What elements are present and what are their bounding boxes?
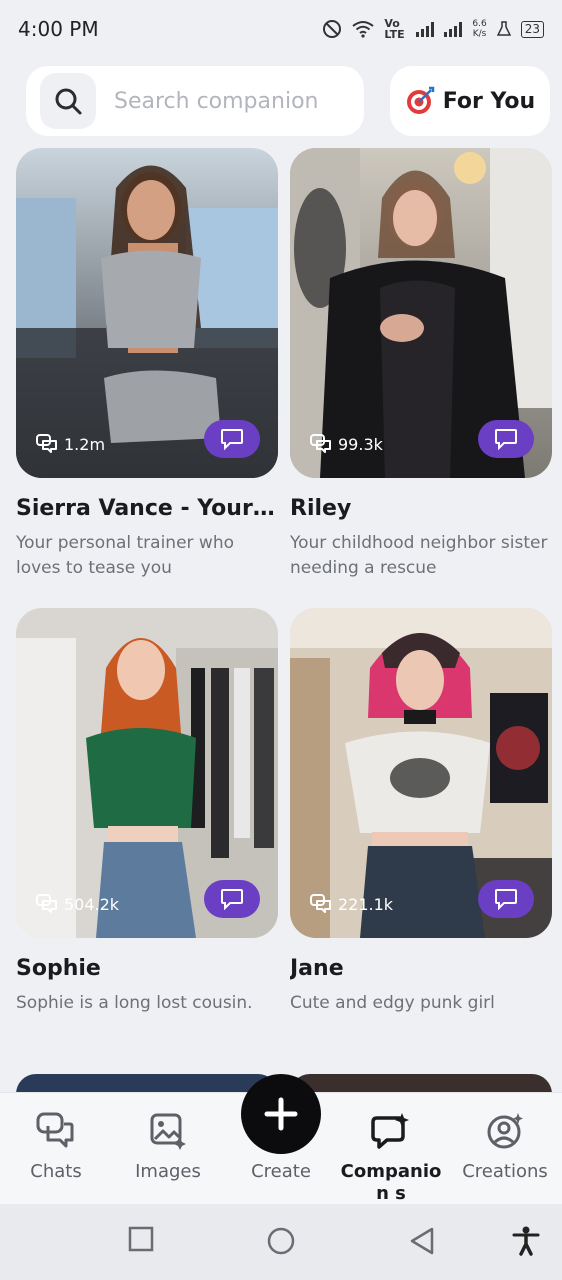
search-input[interactable]: Search companion — [114, 89, 332, 114]
status-icons: Vo LTE 6.6 K/s 23 — [322, 18, 544, 40]
home-icon[interactable] — [266, 1226, 296, 1256]
system-nav-bar — [0, 1204, 562, 1280]
chats-icon — [36, 434, 57, 453]
companion-description: Your childhood neighbor sister needing a… — [290, 533, 548, 578]
message-icon — [221, 889, 243, 910]
chats-icon — [36, 1112, 74, 1148]
recents-icon[interactable] — [128, 1226, 154, 1252]
nav-item-companions[interactable]: Companion s — [335, 1093, 447, 1205]
search-icon-box — [40, 73, 96, 129]
nav-item-creations[interactable]: Creations — [449, 1093, 561, 1205]
message-icon — [221, 429, 243, 450]
companion-photo: 221.1k — [290, 608, 552, 938]
companion-name: Sierra Vance - Your P... — [16, 496, 278, 521]
signal-icon — [416, 21, 435, 37]
chats-icon — [310, 434, 331, 453]
back-icon[interactable] — [408, 1226, 436, 1256]
companion-name: Sophie — [16, 956, 101, 981]
search-bar[interactable]: Search companion — [26, 66, 364, 136]
companion-card-riley[interactable]: 99.3k Riley Your childhood neighbor sist… — [290, 148, 552, 581]
dnd-icon — [323, 20, 342, 38]
start-chat-button[interactable] — [478, 420, 534, 458]
status-time: 4:00 PM — [18, 17, 99, 41]
chat-count-value: 504.2k — [64, 894, 120, 914]
target-icon — [406, 86, 435, 114]
start-chat-button[interactable] — [204, 420, 260, 458]
chat-count: 504.2k — [36, 894, 119, 914]
chat-count-value: 99.3k — [338, 434, 383, 454]
chats-icon — [310, 894, 331, 913]
message-icon — [495, 889, 517, 910]
for-you-label: For You — [442, 88, 536, 114]
companion-card-peek[interactable] — [290, 1074, 552, 1094]
net-speed: 6.6 K/s — [472, 19, 486, 39]
companion-name: Jane — [290, 956, 344, 981]
search-icon — [55, 88, 82, 115]
for-you-filter-button[interactable]: For You — [390, 66, 550, 136]
companion-card-jane[interactable]: 221.1k Jane Cute and edgy punk girl — [290, 608, 552, 1016]
companion-card-sophie[interactable]: 504.2k Sophie Sophie is a long lost cous… — [16, 608, 278, 1016]
nav-label-chats: Chats — [30, 1161, 82, 1182]
companion-photo: 99.3k — [290, 148, 552, 478]
message-icon — [495, 429, 517, 450]
start-chat-button[interactable] — [478, 880, 534, 918]
companion-card-sierra[interactable]: 1.2m Sierra Vance - Your P... Your perso… — [16, 148, 278, 581]
nav-label-creations: Creations — [462, 1161, 548, 1182]
chats-icon — [36, 894, 57, 913]
chat-count: 1.2m — [36, 434, 105, 454]
network-type-label: Vo LTE — [384, 17, 405, 41]
status-bar: 4:00 PM Vo LTE 6.6 K/s 23 — [0, 0, 562, 58]
companion-description: Cute and edgy punk girl — [290, 993, 495, 1013]
chat-count: 221.1k — [310, 894, 393, 914]
companion-description: Your personal trainer who loves to tease… — [16, 533, 235, 578]
nav-label-companions: Companion s — [340, 1161, 442, 1204]
battery-level: 23 — [520, 20, 544, 38]
companion-name: Riley — [290, 496, 352, 521]
companion-description: Sophie is a long lost cousin. — [16, 993, 253, 1013]
companion-photo: 1.2m — [16, 148, 278, 478]
net-speed-value: 6.6 — [472, 19, 487, 29]
flask-icon — [496, 21, 511, 36]
wifi-icon — [352, 21, 375, 38]
net-speed-unit: K/s — [472, 29, 487, 39]
companions-icon — [371, 1113, 409, 1149]
creations-icon — [487, 1113, 523, 1149]
chat-count-value: 221.1k — [338, 894, 394, 914]
nav-item-chats[interactable]: Chats — [0, 1093, 112, 1205]
companion-photo: 504.2k — [16, 608, 278, 938]
chat-count-value: 1.2m — [64, 434, 106, 454]
create-button[interactable] — [241, 1074, 321, 1154]
companion-card-peek[interactable] — [16, 1074, 278, 1094]
start-chat-button[interactable] — [204, 880, 260, 918]
chat-count: 99.3k — [310, 434, 383, 454]
nav-item-images[interactable]: Images — [112, 1093, 224, 1205]
nav-label-create: Create — [251, 1161, 311, 1182]
images-icon — [150, 1113, 186, 1150]
accessibility-icon[interactable] — [512, 1226, 540, 1256]
plus-icon — [264, 1097, 298, 1131]
signal-icon-2 — [444, 21, 463, 37]
nav-label-images: Images — [135, 1161, 201, 1182]
